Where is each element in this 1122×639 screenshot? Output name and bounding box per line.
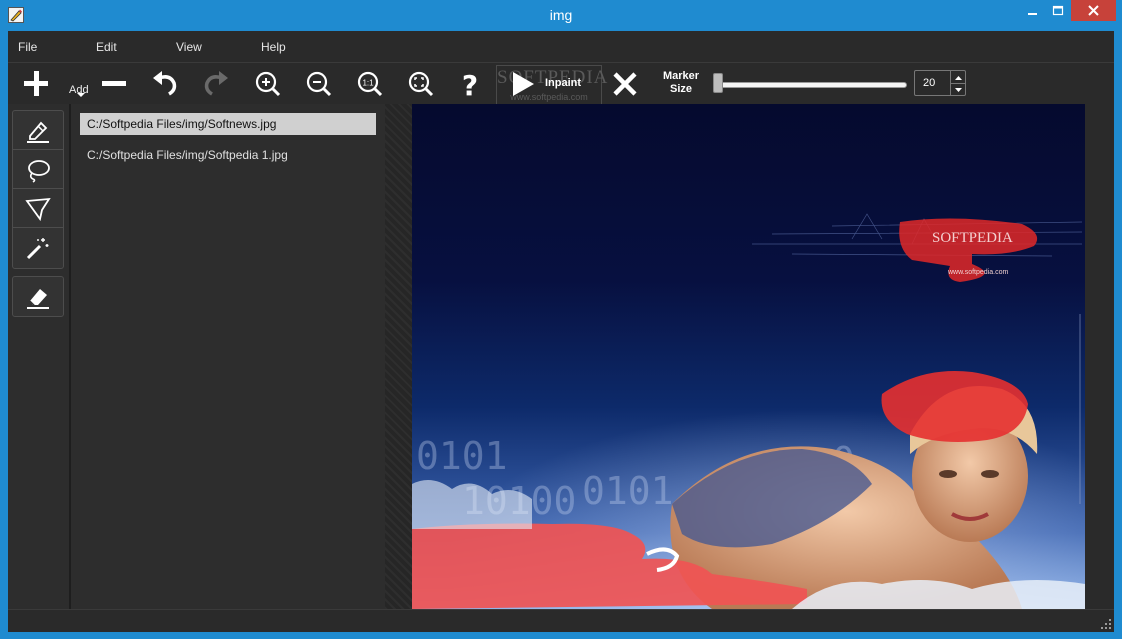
zoom-out-button[interactable] (304, 68, 334, 100)
marker-tool-button[interactable] (13, 111, 63, 150)
redo-button[interactable] (201, 68, 231, 100)
remove-button[interactable] (100, 68, 130, 100)
client-area: File Edit View Help Add 1:1 ? SOFTPEDIA … (8, 31, 1114, 632)
minus-icon (102, 81, 126, 86)
zoom-actual-size-button[interactable]: 1:1 (355, 68, 385, 100)
x-icon (613, 72, 637, 96)
canvas-logo-url: www.softpedia.com (947, 269, 1008, 276)
zoom-fit-icon (408, 71, 434, 97)
file-list-item[interactable]: C:/Softpedia Files/img/Softnews.jpg (80, 113, 376, 135)
dropdown-arrow-icon (77, 93, 85, 97)
svg-text:?: ? (462, 69, 478, 100)
lasso-icon (28, 160, 50, 183)
tool-panel (8, 104, 70, 609)
svg-text:0101: 0101 (416, 434, 508, 478)
question-mark-icon: ? (462, 69, 478, 100)
spin-down-button[interactable] (950, 83, 966, 95)
zoom-out-icon (306, 71, 332, 97)
zoom-in-button[interactable] (253, 68, 283, 100)
magic-wand-tool-button[interactable] (13, 228, 63, 267)
arrow-down-icon (955, 88, 962, 92)
menu-help[interactable]: Help (261, 40, 286, 54)
plus-icon (24, 71, 48, 96)
marker-size-value[interactable]: 20 (923, 77, 935, 89)
magic-wand-icon (26, 238, 49, 260)
maximize-button[interactable] (1045, 0, 1071, 21)
polygon-lasso-icon (25, 197, 51, 222)
inpaint-label: Inpaint (545, 77, 582, 89)
zoom-fit-button[interactable] (406, 68, 436, 100)
svg-text:0101: 0101 (582, 469, 674, 513)
polygon-lasso-tool-button[interactable] (13, 189, 63, 228)
undo-button[interactable] (150, 68, 180, 100)
window-title: img (549, 7, 573, 23)
image-preview[interactable]: SOFTPEDIA www.softpedia.com 0101 10100 0… (412, 104, 1085, 609)
title-bar: img (0, 0, 1122, 31)
svg-text:1:1: 1:1 (362, 79, 374, 88)
help-button[interactable]: ? (457, 68, 483, 100)
eraser-tool-button[interactable] (13, 277, 63, 316)
cancel-button[interactable] (611, 68, 639, 100)
marker-size-spinbox[interactable]: 20 (914, 70, 966, 96)
lasso-tool-button[interactable] (13, 150, 63, 189)
canvas-logo-text: SOFTPEDIA (932, 230, 1013, 246)
file-list: C:/Softpedia Files/img/Softnews.jpg C:/S… (70, 104, 386, 609)
zoom-in-icon (255, 71, 281, 97)
status-bar (8, 609, 1114, 632)
menu-file[interactable]: File (18, 40, 37, 54)
undo-icon (153, 71, 177, 96)
menu-edit[interactable]: Edit (96, 40, 117, 54)
marker-size-slider-handle[interactable] (713, 73, 723, 93)
marker-size-label: Marker Size (662, 70, 700, 95)
add-button[interactable]: Add (22, 68, 89, 100)
minimize-button[interactable] (1019, 0, 1045, 21)
selection-tools-group (12, 110, 64, 269)
marker-size-slider-track[interactable] (714, 82, 907, 88)
marker-icon (27, 121, 49, 143)
menu-bar: File Edit View Help (8, 31, 1114, 62)
image-canvas-area[interactable]: SOFTPEDIA www.softpedia.com 0101 10100 0… (385, 104, 1085, 609)
eraser-tool-group (12, 276, 64, 317)
redo-icon (204, 71, 228, 96)
close-button[interactable] (1071, 0, 1116, 21)
play-icon (513, 72, 534, 96)
resize-grip-icon[interactable] (1100, 618, 1112, 630)
eraser-icon (27, 289, 49, 309)
zoom-actual-icon: 1:1 (357, 71, 383, 97)
photo-artwork: SOFTPEDIA www.softpedia.com 0101 10100 0… (412, 213, 1085, 609)
canvas-side-panel (1085, 104, 1114, 609)
app-window: img File Edit View Help Add 1:1 ? SOFTPE… (0, 0, 1122, 639)
menu-view[interactable]: View (176, 40, 202, 54)
file-list-item[interactable]: C:/Softpedia Files/img/Softpedia 1.jpg (80, 144, 376, 166)
